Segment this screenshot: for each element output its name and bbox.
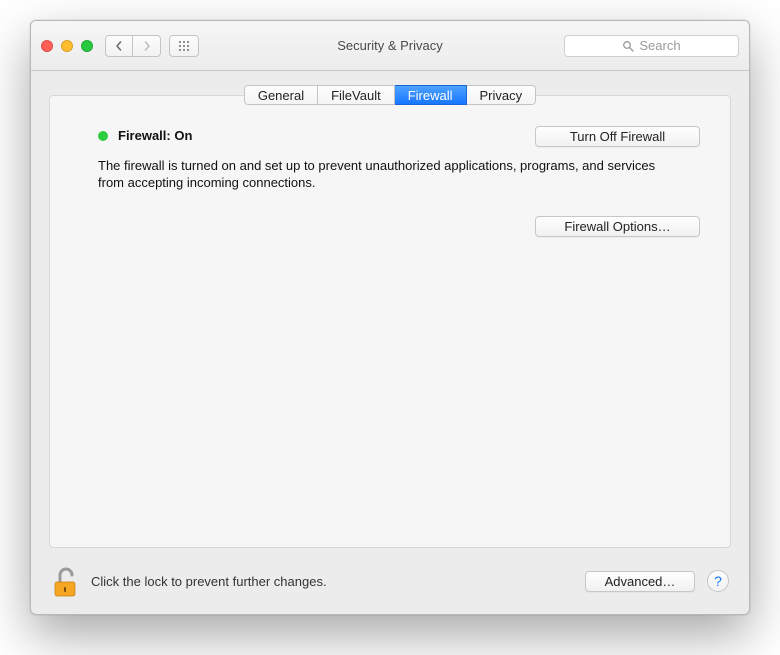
firewall-description: The firewall is turned on and set up to … [98,157,658,191]
advanced-button[interactable]: Advanced… [585,571,695,592]
titlebar: Security & Privacy Search [31,21,749,71]
nav-back-forward [105,35,161,57]
tab-firewall[interactable]: Firewall [395,85,467,105]
close-window-button[interactable] [41,40,53,52]
firewall-panel: Firewall: On Turn Off Firewall The firew… [49,95,731,548]
search-icon [622,40,634,52]
lock-hint-label: Click the lock to prevent further change… [91,574,327,589]
chevron-left-icon [114,41,124,51]
minimize-window-button[interactable] [61,40,73,52]
chevron-right-icon [142,41,152,51]
forward-button[interactable] [133,35,161,57]
status-indicator-icon [98,131,108,141]
grid-icon [177,39,191,53]
show-all-button[interactable] [169,35,199,57]
footer: Click the lock to prevent further change… [31,548,749,614]
window-controls [41,40,93,52]
tab-filevault[interactable]: FileVault [318,85,395,105]
turn-off-firewall-button[interactable]: Turn Off Firewall [535,126,700,147]
help-button[interactable]: ? [707,570,729,592]
lock-open-icon [51,564,79,598]
tab-bar: General FileVault Firewall Privacy [31,71,749,105]
content-area: General FileVault Firewall Privacy Firew… [31,71,749,614]
search-placeholder: Search [639,38,680,53]
zoom-window-button[interactable] [81,40,93,52]
firewall-status-label: Firewall: On [118,128,192,143]
tab-general[interactable]: General [244,85,318,105]
firewall-options-button[interactable]: Firewall Options… [535,216,700,237]
search-input[interactable]: Search [564,35,739,57]
lock-button[interactable] [51,564,79,598]
preferences-window: Security & Privacy Search General FileVa… [30,20,750,615]
tab-privacy[interactable]: Privacy [467,85,537,105]
back-button[interactable] [105,35,133,57]
